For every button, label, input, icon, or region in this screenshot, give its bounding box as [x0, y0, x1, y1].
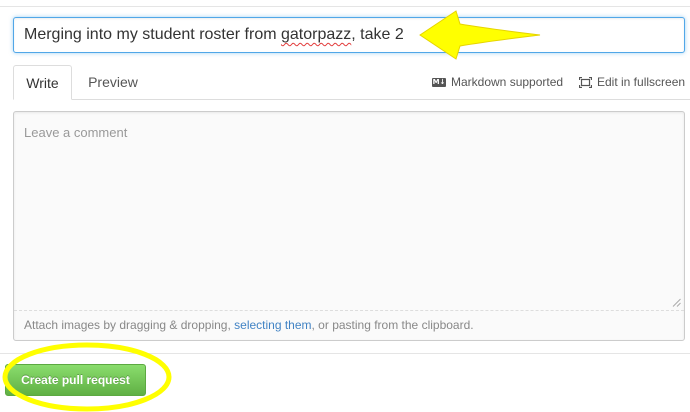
- fullscreen-label: Edit in fullscreen: [597, 75, 686, 89]
- fullscreen-button[interactable]: Edit in fullscreen: [579, 75, 685, 89]
- tab-write[interactable]: Write: [13, 65, 72, 100]
- create-pull-request-button[interactable]: Create pull request: [5, 364, 146, 396]
- pr-title-input[interactable]: Merging into my student roster from gato…: [13, 17, 685, 53]
- attach-text-start: Attach images by dragging & dropping,: [24, 318, 235, 332]
- comment-placeholder: Leave a comment: [24, 125, 128, 140]
- tab-preview[interactable]: Preview: [75, 65, 151, 100]
- title-text-misspelled: gatorpazz: [280, 26, 352, 43]
- attach-images-bar: Attach images by dragging & dropping, se…: [14, 310, 684, 340]
- editor-tabs: Write Preview M↓ Markdown supported Edit…: [13, 65, 690, 100]
- pull-request-form: Merging into my student roster from gato…: [0, 0, 690, 412]
- fullscreen-icon: [579, 76, 592, 88]
- comment-editor: Leave a comment Attach images by draggin…: [13, 111, 685, 341]
- attach-text-end: , or pasting from the clipboard.: [311, 318, 474, 332]
- resize-handle-icon[interactable]: [672, 298, 681, 307]
- title-text-start: Merging into my student roster from: [24, 26, 281, 43]
- markdown-supported-link[interactable]: M↓ Markdown supported: [432, 75, 563, 89]
- divider-top: [0, 6, 690, 7]
- title-text-end: , take 2: [351, 26, 404, 43]
- divider-bottom: [0, 353, 690, 354]
- comment-textarea[interactable]: Leave a comment: [14, 112, 684, 310]
- markdown-icon: M↓: [432, 77, 446, 87]
- markdown-label: Markdown supported: [451, 75, 564, 89]
- select-files-link[interactable]: selecting them: [234, 318, 311, 332]
